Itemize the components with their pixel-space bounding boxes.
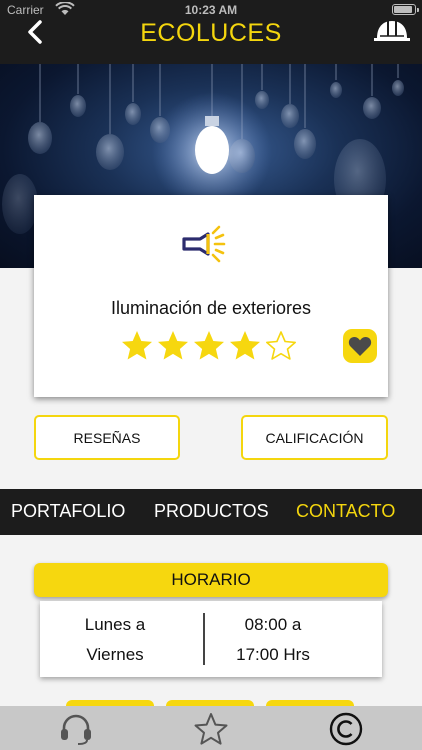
service-card: Iluminación de exteriores (34, 195, 388, 397)
flashlight-icon (182, 225, 226, 263)
headset-icon[interactable] (58, 712, 94, 746)
hard-hat-icon[interactable] (372, 16, 412, 46)
schedule-card: Lunes a Viernes 08:00 a 17:00 Hrs (40, 601, 382, 677)
favorite-button[interactable] (343, 329, 377, 363)
star-outline-icon[interactable] (193, 712, 229, 746)
rate-button[interactable]: CALIFICACIÓN (241, 415, 388, 460)
star-filled-icon (194, 331, 224, 360)
schedule-days-line1: Lunes a (84, 615, 146, 634)
star-rating (120, 329, 298, 363)
status-time: 10:23 AM (184, 3, 238, 17)
battery-icon (392, 4, 419, 15)
schedule-close-time: 17:00 Hrs (236, 645, 310, 664)
schedule-days-line2: Viernes (86, 645, 144, 664)
star-empty-icon (266, 331, 296, 360)
star-filled-icon (158, 331, 188, 360)
copyright-icon[interactable] (328, 712, 364, 746)
heart-icon (348, 336, 372, 356)
tab-portafolio[interactable]: PORTAFOLIO (11, 501, 125, 522)
navigation-bar: Carrier 10:23 AM ECOLUCES (0, 0, 422, 64)
reviews-button[interactable]: RESEÑAS (34, 415, 180, 460)
section-tabs: PORTAFOLIO PRODUCTOS CONTACTO (0, 489, 422, 535)
bottom-tab-bar (0, 706, 422, 750)
service-name: Iluminación de exteriores (110, 298, 312, 318)
status-bar: Carrier 10:23 AM (0, 0, 422, 20)
schedule-heading: HORARIO (34, 563, 388, 597)
page-title: ECOLUCES (140, 19, 282, 47)
star-filled-icon (230, 331, 260, 360)
tab-productos[interactable]: PRODUCTOS (154, 501, 269, 522)
schedule-open-time: 08:00 a (244, 615, 302, 634)
schedule-divider (203, 613, 205, 665)
star-filled-icon (122, 331, 152, 360)
tab-contacto[interactable]: CONTACTO (296, 501, 395, 522)
